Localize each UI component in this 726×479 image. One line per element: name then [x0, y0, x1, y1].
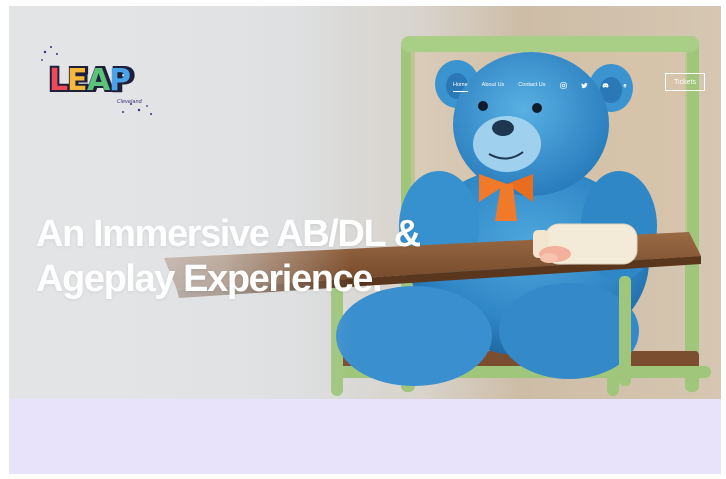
page-frame: LEAP L E A P Cleveland Home About Us Con…: [9, 6, 721, 474]
twitter-icon[interactable]: [580, 82, 588, 89]
nav-about-link[interactable]: About Us: [482, 80, 505, 90]
leap-logo[interactable]: LEAP L E A P Cleveland: [39, 44, 157, 118]
nav-home-link[interactable]: Home: [453, 80, 468, 92]
tickets-button[interactable]: Tickets: [665, 73, 705, 91]
svg-text:L: L: [49, 63, 68, 98]
nav-contact-link[interactable]: Contact Us: [518, 80, 545, 90]
svg-text:P: P: [109, 63, 131, 98]
fetlife-icon[interactable]: fl: [623, 82, 630, 89]
hero-headline-line-2: Ageplay Experience.: [36, 258, 383, 300]
svg-text:fl: fl: [623, 83, 626, 88]
discord-icon[interactable]: [602, 82, 609, 89]
instagram-icon[interactable]: [559, 81, 567, 89]
svg-text:E: E: [67, 63, 88, 98]
top-navigation: Home About Us Contact Us fl: [453, 77, 630, 93]
logo-graphic: LEAP L E A P: [41, 46, 152, 115]
logo-subtitle: Cleveland: [117, 99, 142, 105]
hero-section: LEAP L E A P Cleveland Home About Us Con…: [9, 6, 721, 399]
lavender-section-band: [9, 399, 721, 474]
hero-headline-line-1: An Immersive AB/DL &: [36, 213, 421, 255]
hero-headline: An Immersive AB/DL & Ageplay Experience.: [36, 212, 556, 302]
svg-text:A: A: [87, 63, 111, 98]
